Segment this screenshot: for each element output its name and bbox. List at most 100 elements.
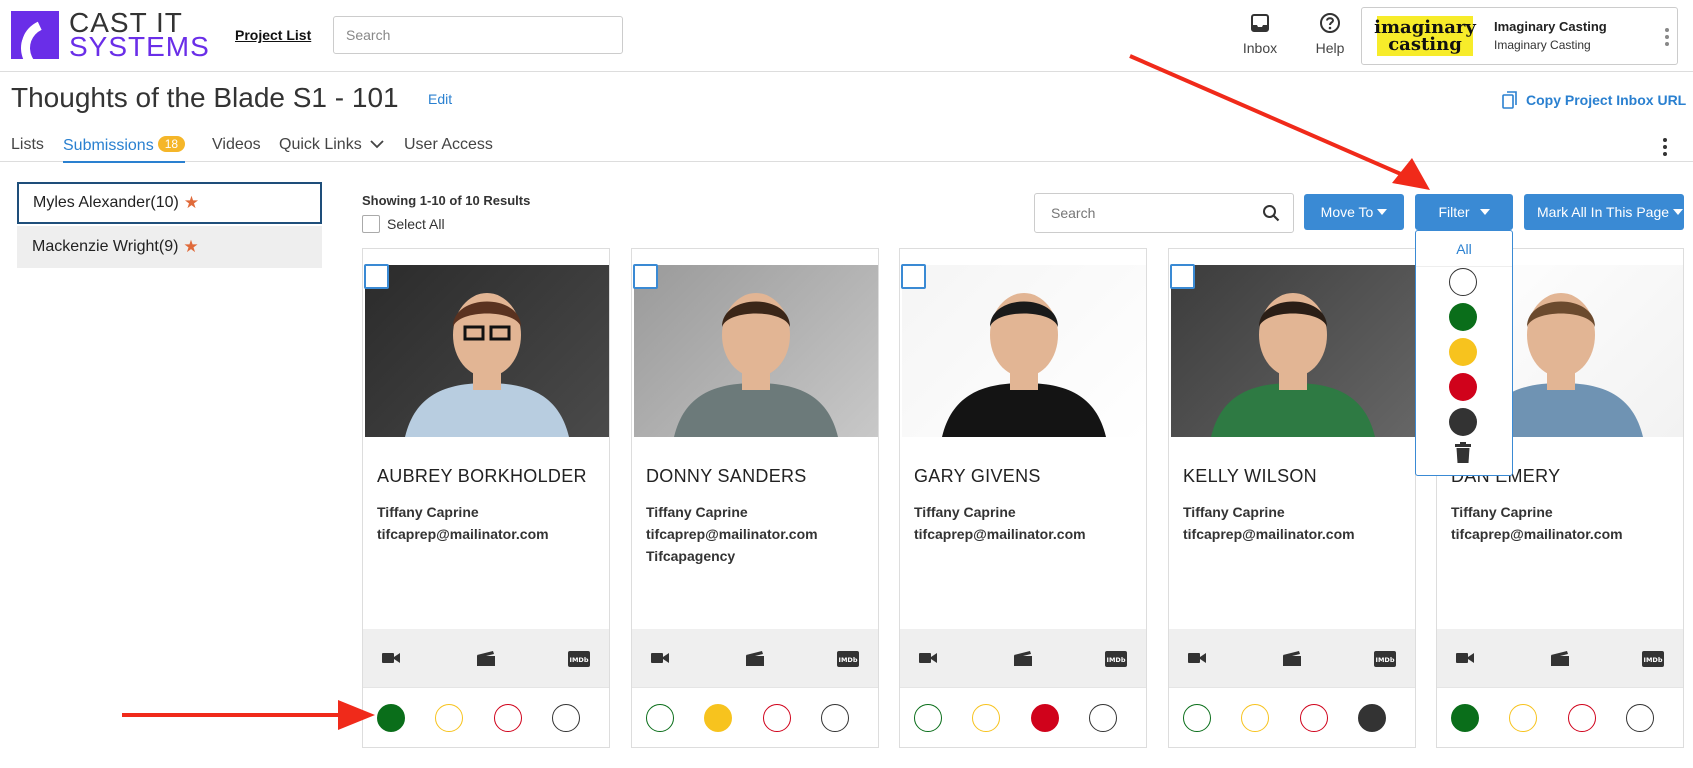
- card-select-checkbox[interactable]: [633, 264, 658, 289]
- edit-project-link[interactable]: Edit: [428, 91, 452, 107]
- move-to-button[interactable]: Move To: [1304, 194, 1404, 230]
- talent-name[interactable]: AUBREY BORKHOLDER: [377, 466, 587, 487]
- svg-text:IMDb: IMDb: [1107, 656, 1126, 664]
- color-dot-green[interactable]: [377, 704, 405, 732]
- imdb-icon[interactable]: IMDb: [1374, 651, 1396, 667]
- clapperboard-icon[interactable]: [1014, 651, 1032, 666]
- card-action-bar: IMDb: [1169, 629, 1415, 687]
- role-item-mackenzie-wright[interactable]: Mackenzie Wright(9) ★: [17, 226, 322, 268]
- headshot-figure-icon: [674, 293, 838, 437]
- talent-representation: Tiffany Caprine tifcaprep@mailinator.com: [1183, 504, 1355, 542]
- filter-option-green[interactable]: [1449, 303, 1477, 331]
- color-rating-row: [1169, 687, 1415, 747]
- card-action-bar: IMDb: [900, 629, 1146, 687]
- results-count: Showing 1-10 of 10 Results: [362, 193, 531, 208]
- filter-option-red[interactable]: [1449, 373, 1477, 401]
- video-camera-icon[interactable]: [382, 651, 400, 665]
- clapperboard-icon[interactable]: [1283, 651, 1301, 666]
- select-all-label: Select All: [387, 216, 445, 232]
- headshot-photo[interactable]: [902, 265, 1146, 437]
- svg-text:IMDb: IMDb: [1376, 656, 1395, 664]
- color-dot-black[interactable]: [821, 704, 849, 732]
- color-dot-black[interactable]: [552, 704, 580, 732]
- copy-icon: [1502, 91, 1517, 109]
- color-dot-black[interactable]: [1358, 704, 1386, 732]
- color-dot-yellow[interactable]: [704, 704, 732, 732]
- clapperboard-icon[interactable]: [477, 651, 495, 666]
- card-select-checkbox[interactable]: [901, 264, 926, 289]
- color-dot-red[interactable]: [1031, 704, 1059, 732]
- project-list-link[interactable]: Project List: [235, 27, 311, 43]
- color-dot-green[interactable]: [646, 704, 674, 732]
- submission-card[interactable]: KELLY WILSON Tiffany Caprine tifcaprep@m…: [1168, 248, 1416, 748]
- color-dot-black[interactable]: [1626, 704, 1654, 732]
- checkbox-icon: [362, 215, 380, 233]
- submissions-count-badge: 18: [157, 136, 186, 152]
- color-dot-green[interactable]: [1183, 704, 1211, 732]
- color-dot-red[interactable]: [494, 704, 522, 732]
- filter-option-white[interactable]: [1449, 268, 1477, 296]
- filter-option-all[interactable]: All: [1416, 231, 1512, 267]
- tab-submissions[interactable]: Submissions 18: [63, 136, 186, 163]
- chevron-down-icon: [370, 140, 384, 149]
- tabs-menu-icon[interactable]: [1663, 138, 1667, 159]
- color-dot-black[interactable]: [1089, 704, 1117, 732]
- color-dot-yellow[interactable]: [972, 704, 1000, 732]
- header-search-input[interactable]: [333, 16, 623, 54]
- headshot-photo[interactable]: [365, 265, 609, 437]
- talent-name[interactable]: GARY GIVENS: [914, 466, 1041, 487]
- video-camera-icon[interactable]: [651, 651, 669, 665]
- imdb-icon[interactable]: IMDb: [568, 651, 590, 667]
- headshot-photo[interactable]: [634, 265, 878, 437]
- tab-videos[interactable]: Videos: [212, 136, 261, 154]
- color-dot-red[interactable]: [763, 704, 791, 732]
- tab-user-access[interactable]: User Access: [404, 136, 493, 154]
- card-select-checkbox[interactable]: [364, 264, 389, 289]
- filter-option-yellow[interactable]: [1449, 338, 1477, 366]
- color-dot-red[interactable]: [1300, 704, 1328, 732]
- role-item-myles-alexander[interactable]: Myles Alexander(10) ★: [17, 182, 322, 224]
- tab-quick-links[interactable]: Quick Links: [279, 136, 384, 154]
- copy-url-label: Copy Project Inbox URL: [1526, 92, 1687, 108]
- video-camera-icon[interactable]: [919, 651, 937, 665]
- color-rating-row: [900, 687, 1146, 747]
- mark-all-button[interactable]: Mark All In This Page: [1524, 194, 1684, 230]
- trash-icon[interactable]: [1454, 442, 1472, 464]
- search-icon[interactable]: [1262, 204, 1280, 222]
- talent-name[interactable]: KELLY WILSON: [1183, 466, 1317, 487]
- video-camera-icon[interactable]: [1188, 651, 1206, 665]
- video-camera-icon[interactable]: [1456, 651, 1474, 665]
- clapperboard-icon[interactable]: [1551, 651, 1569, 666]
- imdb-icon[interactable]: IMDb: [1105, 651, 1127, 667]
- submission-card[interactable]: AUBREY BORKHOLDER Tiffany Caprine tifcap…: [362, 248, 610, 748]
- filter-button[interactable]: Filter: [1415, 194, 1513, 230]
- cast-it-logo[interactable]: CAST IT SYSTEMS: [11, 9, 210, 61]
- color-rating-row: [632, 687, 878, 747]
- color-dot-green[interactable]: [914, 704, 942, 732]
- talent-representation: Tiffany Caprine tifcaprep@mailinator.com: [377, 504, 549, 542]
- caret-down-icon: [1377, 209, 1388, 215]
- caret-down-icon: [1673, 209, 1684, 215]
- submission-card[interactable]: GARY GIVENS Tiffany Caprine tifcaprep@ma…: [899, 248, 1147, 748]
- color-dot-yellow[interactable]: [1241, 704, 1269, 732]
- color-dot-red[interactable]: [1568, 704, 1596, 732]
- color-dot-yellow[interactable]: [435, 704, 463, 732]
- talent-name[interactable]: DONNY SANDERS: [646, 466, 807, 487]
- copy-inbox-url-button[interactable]: Copy Project Inbox URL: [1502, 91, 1686, 109]
- account-menu-icon[interactable]: [1665, 28, 1669, 49]
- color-rating-row: [1437, 687, 1683, 747]
- card-action-bar: IMDb: [632, 629, 878, 687]
- filter-option-black[interactable]: [1449, 408, 1477, 436]
- imdb-icon[interactable]: IMDb: [837, 651, 859, 667]
- headshot-photo[interactable]: [1171, 265, 1415, 437]
- color-dot-yellow[interactable]: [1509, 704, 1537, 732]
- card-select-checkbox[interactable]: [1170, 264, 1195, 289]
- submission-card[interactable]: DONNY SANDERS Tiffany Caprine tifcaprep@…: [631, 248, 879, 748]
- select-all-checkbox[interactable]: Select All: [362, 215, 445, 233]
- imdb-icon[interactable]: IMDb: [1642, 651, 1664, 667]
- talent-representation: Tiffany Caprine tifcaprep@mailinator.com: [914, 504, 1086, 542]
- results-search-input[interactable]: [1034, 193, 1294, 233]
- clapperboard-icon[interactable]: [746, 651, 764, 666]
- tab-lists[interactable]: Lists: [11, 136, 44, 154]
- color-dot-green[interactable]: [1451, 704, 1479, 732]
